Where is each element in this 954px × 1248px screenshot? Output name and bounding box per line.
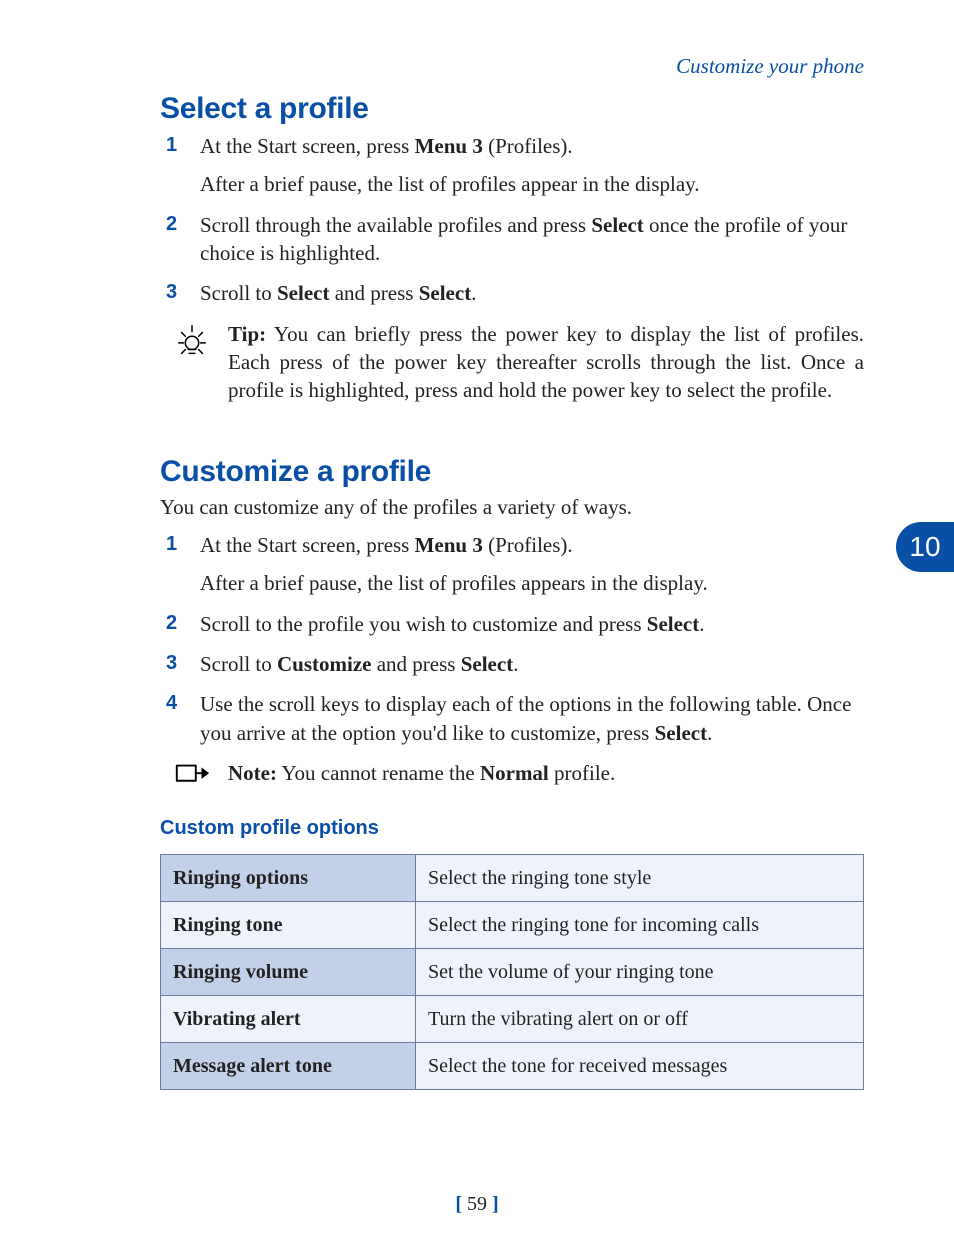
section-title-customize-profile: Customize a profile [160,455,864,489]
bracket-left: [ [455,1193,467,1215]
note-text: profile. [549,761,615,785]
list-item: At the Start screen, press Menu 3 (Profi… [160,531,864,598]
step-text: Use the scroll keys to display each of t… [200,692,851,744]
tip-label: Tip: [228,322,266,346]
step-bold: Select [461,652,513,676]
table-row: Ringing tone Select the ringing tone for… [161,902,864,949]
step-text: . [699,612,704,636]
section-title-select-profile: Select a profile [160,92,864,126]
select-profile-steps: At the Start screen, press Menu 3 (Profi… [160,132,864,308]
customize-profile-steps: At the Start screen, press Menu 3 (Profi… [160,531,864,747]
note-icon [170,759,214,791]
step-bold: Select [591,213,643,237]
step-text: Scroll to [200,652,277,676]
option-name: Message alert tone [161,1043,416,1090]
running-header: Customize your phone [676,54,864,79]
list-item: At the Start screen, press Menu 3 (Profi… [160,132,864,199]
step-text: . [513,652,518,676]
note-label: Note: [228,761,277,785]
section-intro: You can customize any of the profiles a … [160,493,864,521]
step-text: Scroll to [200,281,277,305]
list-item: Scroll to Customize and press Select. [160,650,864,678]
option-desc: Set the volume of your ringing tone [416,949,864,996]
step-text: At the Start screen, press [200,533,415,557]
step-text: (Profiles). [483,533,573,557]
note-bold: Normal [480,761,549,785]
chapter-tab: 10 [896,522,954,572]
note-body: Note: You cannot rename the Normal profi… [228,759,864,791]
option-desc: Select the ringing tone for incoming cal… [416,902,864,949]
page-number: 59 [467,1193,487,1215]
list-item: Scroll through the available profiles an… [160,211,864,268]
tip-body: Tip: You can briefly press the power key… [228,320,864,405]
list-item: Scroll to the profile you wish to custom… [160,610,864,638]
step-text: (Profiles). [483,134,573,158]
list-item: Use the scroll keys to display each of t… [160,690,864,747]
tip-text: You can briefly press the power key to d… [228,322,864,403]
option-desc: Select the tone for received messages [416,1043,864,1090]
step-sub: After a brief pause, the list of profile… [200,170,854,198]
step-bold: Menu 3 [415,134,483,158]
options-table: Ringing options Select the ringing tone … [160,854,864,1090]
lightbulb-icon [170,320,214,405]
option-name: Ringing volume [161,949,416,996]
step-text: . [707,721,712,745]
step-sub: After a brief pause, the list of profile… [200,569,854,597]
table-title: Custom profile options [160,817,864,840]
step-text: Scroll through the available profiles an… [200,213,591,237]
step-bold: Select [647,612,699,636]
step-text: At the Start screen, press [200,134,415,158]
tip-callout: Tip: You can briefly press the power key… [170,320,864,405]
bracket-right: ] [487,1193,499,1215]
note-text: You cannot rename the [277,761,480,785]
step-text: . [471,281,476,305]
option-name: Ringing tone [161,902,416,949]
note-callout: Note: You cannot rename the Normal profi… [170,759,864,791]
table-row: Ringing volume Set the volume of your ri… [161,949,864,996]
page-footer: [ 59 ] [0,1193,954,1216]
step-bold: Select [655,721,707,745]
step-bold: Select [277,281,329,305]
step-text: and press [329,281,418,305]
table-row: Vibrating alert Turn the vibrating alert… [161,996,864,1043]
step-text: Scroll to the profile you wish to custom… [200,612,647,636]
step-bold: Customize [277,652,371,676]
option-desc: Select the ringing tone style [416,855,864,902]
option-name: Vibrating alert [161,996,416,1043]
page: Customize your phone 10 Select a profile… [0,0,954,1248]
step-text: and press [371,652,460,676]
table-row: Message alert tone Select the tone for r… [161,1043,864,1090]
step-bold: Menu 3 [415,533,483,557]
list-item: Scroll to Select and press Select. [160,279,864,307]
option-desc: Turn the vibrating alert on or off [416,996,864,1043]
step-bold: Select [419,281,471,305]
option-name: Ringing options [161,855,416,902]
table-row: Ringing options Select the ringing tone … [161,855,864,902]
